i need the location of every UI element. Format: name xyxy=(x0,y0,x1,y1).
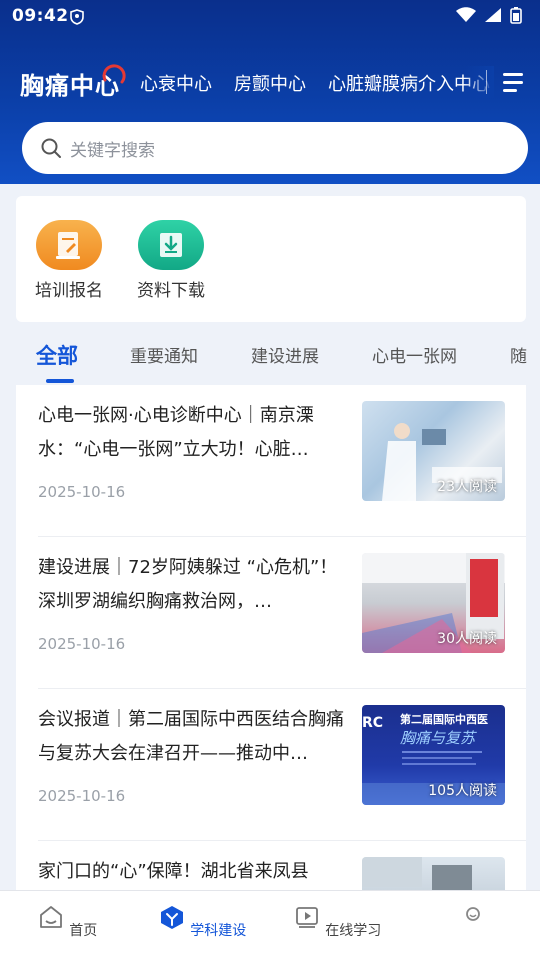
brand-logo-icon xyxy=(102,64,126,84)
read-count: 30人阅读 xyxy=(437,631,497,647)
article-title: 建设进展｜72岁阿姨躲过 “心危机”！ 深圳罗湖编织胸痛救治网，… xyxy=(38,557,338,612)
banner-sub-text: 胸痛与复苏 xyxy=(400,729,477,747)
battery-icon xyxy=(510,7,522,24)
profile-icon xyxy=(466,907,480,921)
article-date: 2025-10-16 xyxy=(38,787,126,805)
article-thumbnail: 30人阅读 xyxy=(362,553,505,653)
bottom-tab-online-learning[interactable]: 在线学习 xyxy=(287,903,387,940)
quick-action-label: 培训报名 xyxy=(35,281,103,301)
nav-divider xyxy=(486,70,487,94)
banner-left-text: RC xyxy=(362,715,383,731)
menu-icon[interactable] xyxy=(500,70,526,96)
list-item[interactable]: 心电一张网·心电诊断中心｜南京溧水：“心电一张网”立大功！心脏… 2025-10… xyxy=(16,385,526,537)
banner-title-text: 第二届国际中西医 xyxy=(400,712,488,726)
nav-fade-overlay xyxy=(464,66,494,98)
top-nav: 胸痛中心 心衰中心 房颤中心 心脏瓣膜病介入中心 xyxy=(0,60,540,104)
article-date: 2025-10-16 xyxy=(38,635,126,653)
tab-all[interactable]: 全部 xyxy=(36,340,78,370)
bottom-tab-home[interactable]: 首页 xyxy=(17,903,117,940)
article-thumbnail: RC 第二届国际中西医 胸痛与复苏 105人阅读 xyxy=(362,705,505,805)
quick-actions-panel: 培训报名 资料下载 xyxy=(16,196,526,322)
tab-construction-progress[interactable]: 建设进展 xyxy=(251,342,319,367)
search-icon xyxy=(41,138,61,158)
bottom-nav: 首页 学科建设 在线学习 xyxy=(0,890,540,960)
read-count: 23人阅读 xyxy=(437,479,497,495)
bottom-tab-discipline[interactable]: 学科建设 xyxy=(152,903,252,940)
wifi-icon xyxy=(456,7,476,22)
bottom-tab-profile[interactable] xyxy=(423,903,523,939)
article-date: 2025-10-16 xyxy=(38,483,126,501)
nav-tab-atrial-fibrillation[interactable]: 房颤中心 xyxy=(234,70,306,96)
article-thumbnail: 23人阅读 xyxy=(362,401,505,501)
category-tabs: 全部 重要通知 建设进展 心电一张网 随 xyxy=(0,330,540,384)
header-banner: 09:42 胸痛中心 心衰中心 房颤中心 心脏瓣膜病介入中心 关键字搜索 xyxy=(0,0,540,184)
tab-important-notice[interactable]: 重要通知 xyxy=(130,342,198,367)
bottom-tab-label: 在线学习 xyxy=(325,923,382,939)
download-icon xyxy=(138,220,204,270)
quick-action-label: 资料下载 xyxy=(137,281,205,301)
status-time: 09:42 xyxy=(12,6,69,26)
tab-active-indicator xyxy=(46,379,74,383)
bottom-tab-label: 学科建设 xyxy=(190,923,247,939)
list-item[interactable]: 建设进展｜72岁阿姨躲过 “心危机”！ 深圳罗湖编织胸痛救治网，… 2025-1… xyxy=(16,537,526,689)
status-bar: 09:42 xyxy=(0,0,540,34)
tab-ecg-network[interactable]: 心电一张网 xyxy=(372,342,457,367)
shield-icon xyxy=(70,9,84,25)
cube-icon xyxy=(160,906,183,929)
status-icons xyxy=(456,6,522,24)
tab-more[interactable]: 随 xyxy=(510,342,527,367)
article-title: 心电一张网·心电诊断中心｜南京溧水：“心电一张网”立大功！心脏… xyxy=(38,405,314,460)
read-count: 105人阅读 xyxy=(428,783,497,799)
quick-action-materials-download[interactable]: 资料下载 xyxy=(126,220,216,301)
article-list: 心电一张网·心电诊断中心｜南京溧水：“心电一张网”立大功！心脏… 2025-10… xyxy=(16,385,526,905)
center-nav-tabs: 心衰中心 房颤中心 心脏瓣膜病介入中心 xyxy=(140,70,490,96)
video-play-icon xyxy=(295,907,318,928)
signal-icon xyxy=(485,8,501,22)
search-bar[interactable]: 关键字搜索 xyxy=(22,122,528,174)
article-title: 会议报道｜第二届国际中西医结合胸痛与复苏大会在津召开——推动中… xyxy=(38,709,344,764)
nav-tab-heart-failure[interactable]: 心衰中心 xyxy=(140,70,212,96)
quick-action-training-signup[interactable]: 培训报名 xyxy=(24,220,114,301)
search-placeholder: 关键字搜索 xyxy=(70,141,155,161)
signup-doc-icon xyxy=(36,220,102,270)
home-icon xyxy=(39,906,62,928)
bottom-tab-label: 首页 xyxy=(69,923,98,939)
list-item[interactable]: 会议报道｜第二届国际中西医结合胸痛与复苏大会在津召开——推动中… 2025-10… xyxy=(16,689,526,841)
